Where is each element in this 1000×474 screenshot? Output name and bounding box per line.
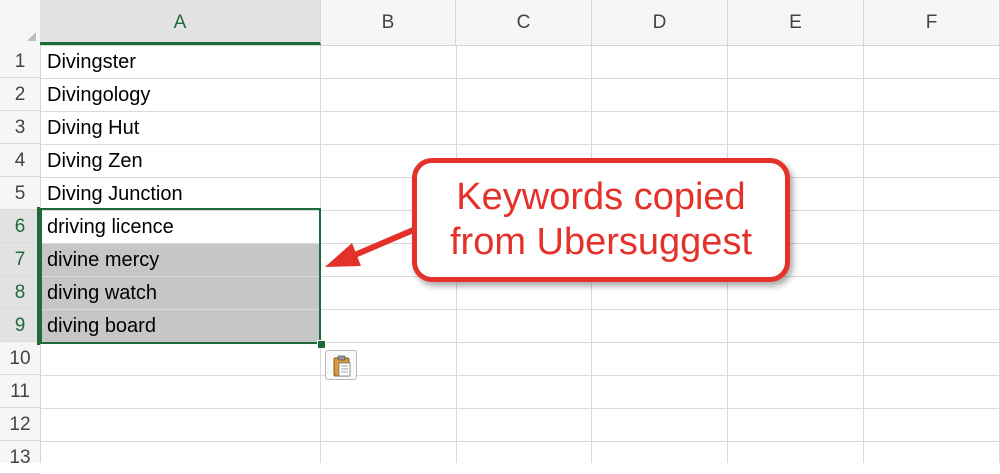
row-header-3[interactable]: 3 [0, 111, 40, 144]
grid-line [40, 408, 1000, 409]
cell-a4[interactable]: Diving Zen [41, 145, 321, 177]
row-header-5[interactable]: 5 [0, 177, 40, 210]
column-header-bar: A B C D E F [0, 0, 1000, 46]
annotation-callout: Keywords copied from Ubersuggest [412, 158, 790, 282]
cell-a8[interactable]: diving watch [41, 277, 321, 309]
select-all-corner[interactable] [0, 0, 41, 45]
cell-a7[interactable]: divine mercy [41, 244, 321, 276]
cell-a5[interactable]: Diving Junction [41, 178, 321, 210]
cell-a1[interactable]: Divingster [41, 46, 321, 78]
fill-handle[interactable] [317, 340, 326, 349]
grid-line [40, 342, 1000, 343]
row-header-1[interactable]: 1 [0, 45, 40, 78]
paste-options-button[interactable] [325, 350, 357, 380]
row-header-2[interactable]: 2 [0, 78, 40, 111]
row-header-4[interactable]: 4 [0, 144, 40, 177]
cell-a6[interactable]: driving licence [41, 211, 321, 243]
clipboard-icon [333, 355, 351, 377]
row-header-8[interactable]: 8 [0, 276, 40, 309]
row-header-10[interactable]: 10 [0, 342, 40, 375]
cell-a9[interactable]: diving board [41, 310, 321, 342]
grid-line [40, 441, 1000, 442]
row-header-13[interactable]: 13 [0, 441, 40, 474]
row-header-6[interactable]: 6 [0, 210, 40, 243]
row-header-7[interactable]: 7 [0, 243, 40, 276]
column-header-f[interactable]: F [864, 0, 1000, 45]
row-header-12[interactable]: 12 [0, 408, 40, 441]
row-header-bar: 1 2 3 4 5 6 7 8 9 10 11 12 13 [0, 45, 41, 474]
row-header-9[interactable]: 9 [0, 309, 40, 342]
cell-a2[interactable]: Divingology [41, 79, 321, 111]
row-selection-indicator [37, 207, 40, 345]
column-header-b[interactable]: B [321, 0, 456, 45]
column-header-c[interactable]: C [456, 0, 592, 45]
column-header-d[interactable]: D [592, 0, 728, 45]
column-header-a[interactable]: A [40, 0, 321, 45]
cell-a3[interactable]: Diving Hut [41, 112, 321, 144]
row-header-11[interactable]: 11 [0, 375, 40, 408]
grid-line [40, 375, 1000, 376]
spreadsheet: A B C D E F 1 2 3 4 5 6 7 8 9 10 11 12 1… [0, 0, 1000, 474]
callout-text-line-2: from Ubersuggest [449, 221, 752, 263]
grid-line [863, 45, 864, 463]
callout-text-line-1: Keywords copied [456, 176, 746, 218]
select-all-icon [27, 32, 36, 41]
column-header-e[interactable]: E [728, 0, 864, 45]
